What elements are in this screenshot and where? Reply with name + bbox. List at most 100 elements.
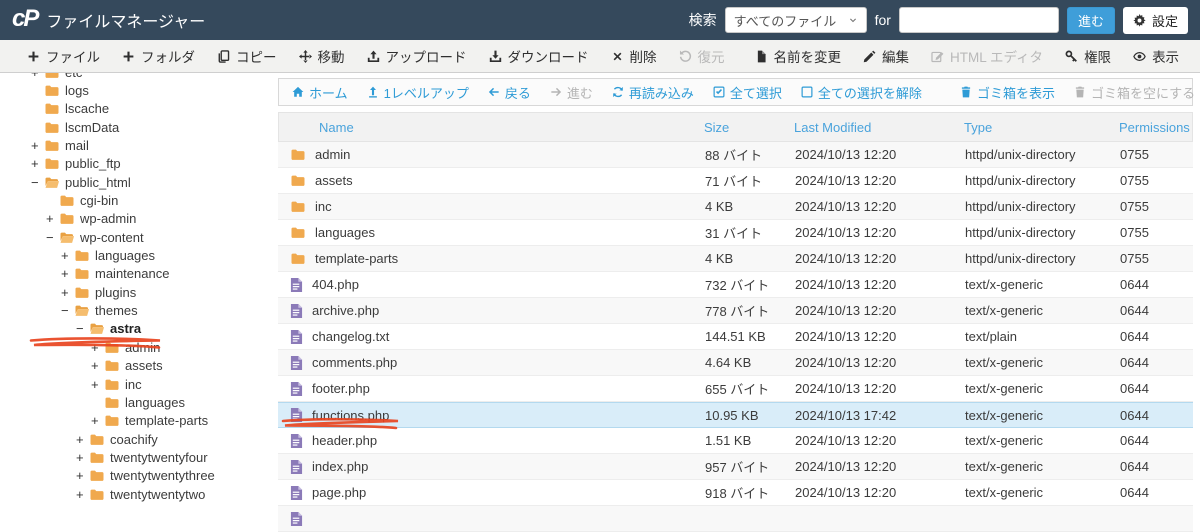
folder-open-icon (74, 304, 90, 317)
column-header-name[interactable]: Name (279, 120, 692, 135)
table-row-inc[interactable]: inc 4 KB 2024/10/13 12:20 httpd/unix-direct… (278, 194, 1193, 220)
tree-item-coachify[interactable]: + coachify (0, 430, 270, 448)
file-table: Name Size Last Modified Type Permissions… (278, 112, 1193, 532)
tree-item-public_ftp[interactable]: + public_ftp (0, 155, 270, 173)
tree-item-mail[interactable]: + mail (0, 136, 270, 154)
tree-item-wp-content[interactable]: − wp-content (0, 228, 270, 246)
table-row-admin[interactable]: admin 88 バイト 2024/10/13 12:20 httpd/unix-di… (278, 142, 1193, 168)
tree-expander-icon[interactable]: + (91, 413, 104, 428)
settings-button[interactable]: 設定 (1122, 6, 1188, 34)
home-icon (292, 86, 304, 98)
upload-icon (367, 50, 380, 63)
cell-modified: 2024/10/13 12:20 (795, 355, 897, 370)
tree-item-lscmData[interactable]: lscmData (0, 118, 270, 136)
tree-expander-icon[interactable]: + (61, 285, 74, 300)
tree-item-languages[interactable]: + languages (0, 246, 270, 264)
tree-expander-icon[interactable]: + (61, 266, 74, 281)
table-row-assets[interactable]: assets 71 バイト 2024/10/13 12:20 httpd/unix-d… (278, 168, 1193, 194)
toolbar-folder-new[interactable]: フォルダ (111, 40, 206, 72)
table-row-header.php[interactable]: header.php 1.51 KB 2024/10/13 12:20 text/x-… (278, 428, 1193, 454)
tree-expander-icon[interactable]: + (46, 211, 59, 226)
search-input[interactable] (898, 7, 1059, 33)
toolbar-download[interactable]: ダウンロード (478, 40, 600, 72)
tree-expander-icon[interactable]: + (91, 358, 104, 373)
toolbar-delete[interactable]: 削除 (600, 40, 668, 72)
column-header-size[interactable]: Size (692, 120, 782, 135)
column-header-modified[interactable]: Last Modified (782, 120, 952, 135)
toolbar-view[interactable]: 表示 (1122, 40, 1190, 72)
table-row-footer.php[interactable]: footer.php 655 バイト 2024/10/13 12:20 text/x-… (278, 376, 1193, 402)
tree-item-admin[interactable]: + admin (0, 338, 270, 356)
nav-deselect-all[interactable]: 全ての選択を解除 (801, 83, 922, 102)
tree-expander-icon[interactable]: + (91, 340, 104, 355)
table-row-changelog.txt[interactable]: changelog.txt 144.51 KB 2024/10/13 12:20 te… (278, 324, 1193, 350)
tree-expander-icon[interactable]: − (31, 175, 44, 190)
tree-expander-icon[interactable]: + (61, 248, 74, 263)
folder-open-icon (59, 231, 75, 244)
tree-expander-icon[interactable]: + (76, 450, 89, 465)
tree-item-twentytwentythree[interactable]: + twentytwentythree (0, 467, 270, 485)
tree-expander-icon[interactable]: − (46, 230, 59, 245)
folder-closed-icon (104, 378, 120, 391)
tree-item-assets[interactable]: + assets (0, 357, 270, 375)
tree-item-label: inc (125, 376, 142, 392)
tree-item-cgi-bin[interactable]: cgi-bin (0, 191, 270, 209)
tree-expander-icon[interactable]: + (31, 156, 44, 171)
toolbar-move[interactable]: 移動 (288, 40, 356, 72)
tree-item-themes[interactable]: − themes (0, 301, 270, 319)
table-row-index.php[interactable]: index.php 957 バイト 2024/10/13 12:20 text/x-g… (278, 454, 1193, 480)
tree-item-label: template-parts (125, 413, 209, 429)
tree-item-wp-admin[interactable]: + wp-admin (0, 210, 270, 228)
nav-back[interactable]: 戻る (488, 83, 531, 102)
tree-expander-icon[interactable]: + (31, 73, 44, 80)
tree-expander-icon[interactable]: − (61, 303, 74, 318)
tree-expander-icon[interactable]: + (31, 138, 44, 153)
table-row-partial[interactable] (278, 506, 1193, 532)
toolbar-file-new[interactable]: ファイル (16, 40, 111, 72)
tree-item-astra[interactable]: − astra (0, 320, 270, 338)
tree-item-twentytwentyfour[interactable]: + twentytwentyfour (0, 448, 270, 466)
cell-type: httpd/unix-directory (965, 251, 1076, 266)
table-row-404.php[interactable]: 404.php 732 バイト 2024/10/13 12:20 text/x-gen… (278, 272, 1193, 298)
tree-item-languages[interactable]: languages (0, 393, 270, 411)
nav-view-trash[interactable]: ゴミ箱を表示 (960, 83, 1055, 102)
search-filter-select[interactable]: すべてのファイル (724, 7, 867, 33)
toolbar-rename[interactable]: 名前を変更 (744, 40, 853, 72)
tree-item-twentytwentytwo[interactable]: + twentytwentytwo (0, 485, 270, 503)
tree-item-lscache[interactable]: lscache (0, 100, 270, 118)
cell-size: 4.64 KB (705, 355, 752, 370)
column-header-permissions[interactable]: Permissions (1107, 120, 1192, 135)
brand: cP ファイルマネージャー (12, 7, 205, 32)
tree-item-inc[interactable]: + inc (0, 375, 270, 393)
go-button[interactable]: 進む (1066, 6, 1115, 34)
folder-closed-icon (44, 73, 60, 79)
tree-expander-icon[interactable]: + (91, 377, 104, 392)
cell-type: text/x-generic (965, 485, 1044, 500)
table-row-archive.php[interactable]: archive.php 778 バイト 2024/10/13 12:20 text/x… (278, 298, 1193, 324)
toolbar-upload[interactable]: アップロード (356, 40, 478, 72)
tree-item-etc[interactable]: + etc (0, 73, 270, 81)
tree-item-plugins[interactable]: + plugins (0, 283, 270, 301)
tree-expander-icon[interactable]: + (76, 432, 89, 447)
toolbar-copy[interactable]: コピー (206, 40, 288, 72)
toolbar-permissions[interactable]: 権限 (1054, 40, 1122, 72)
tree-item-logs[interactable]: logs (0, 81, 270, 99)
nav-home[interactable]: ホーム (292, 83, 348, 102)
tree-expander-icon[interactable]: − (76, 321, 89, 336)
toolbar-edit[interactable]: 編集 (852, 40, 920, 72)
table-row-functions.php[interactable]: functions.php 10.95 KB 2024/10/13 17:42 tex… (278, 402, 1193, 428)
table-row-languages[interactable]: languages 31 バイト 2024/10/13 12:20 httpd/uni… (278, 220, 1193, 246)
tree-item-maintenance[interactable]: + maintenance (0, 265, 270, 283)
table-row-template-parts[interactable]: template-parts 4 KB 2024/10/13 12:20 httpd/… (278, 246, 1193, 272)
tree-item-template-parts[interactable]: + template-parts (0, 412, 270, 430)
nav-level-up[interactable]: 1レベルアップ (367, 83, 469, 102)
tree-expander-icon[interactable]: + (76, 487, 89, 502)
table-row-comments.php[interactable]: comments.php 4.64 KB 2024/10/13 12:20 text/… (278, 350, 1193, 376)
nav-reload[interactable]: 再読み込み (612, 83, 694, 102)
folder-closed-icon (89, 469, 105, 482)
nav-select-all[interactable]: 全て選択 (713, 83, 782, 102)
table-row-page.php[interactable]: page.php 918 バイト 2024/10/13 12:20 text/x-ge… (278, 480, 1193, 506)
column-header-type[interactable]: Type (952, 120, 1107, 135)
tree-expander-icon[interactable]: + (76, 468, 89, 483)
tree-item-public_html[interactable]: − public_html (0, 173, 270, 191)
